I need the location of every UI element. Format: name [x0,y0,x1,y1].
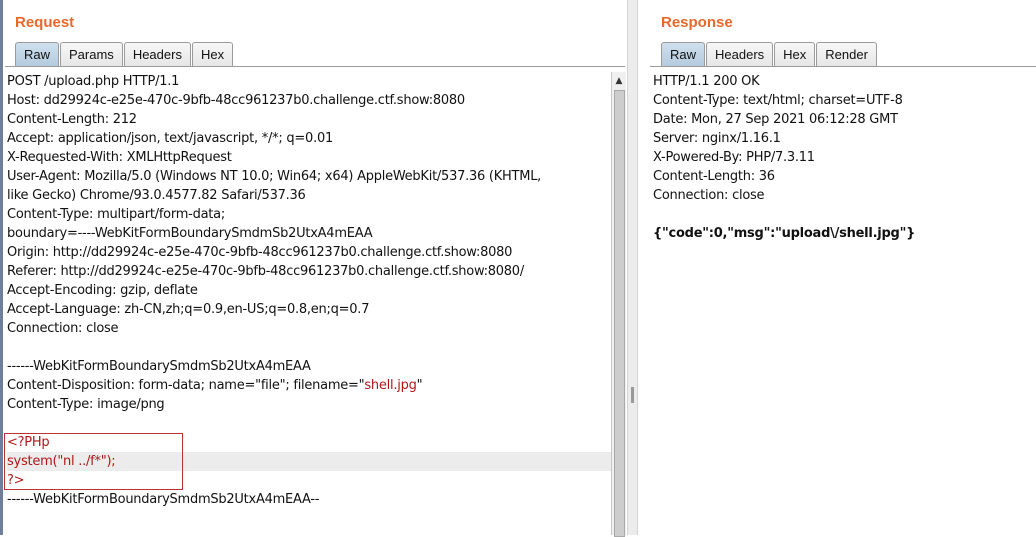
scroll-up-arrow-icon[interactable]: ▲ [612,74,626,88]
request-line: POST /upload.php HTTP/1.1 [7,74,180,89]
request-line: Accept: application/json, text/javascrip… [7,131,333,146]
response-line: X-Powered-By: PHP/7.3.11 [653,150,815,165]
request-line: ------WebKitFormBoundarySmdmSb2UtxA4mEAA [7,359,311,374]
request-tab-raw[interactable]: Raw [15,42,60,66]
response-tabs: Raw Headers Hex Render [661,42,878,66]
response-tab-hex[interactable]: Hex [774,42,816,66]
request-line: Content-Length: 212 [7,112,137,127]
request-line: Content-Type: multipart/form-data; [7,207,225,222]
request-line: boundary=----WebKitFormBoundarySmdmSb2Ut… [7,226,373,241]
request-scrollbar[interactable]: ▲ [611,72,626,537]
response-body: {"code":0,"msg":"upload\/shell.jpg"} [653,226,916,241]
disposition-prefix: Content-Disposition: form-data; name="fi… [7,378,365,393]
response-tab-render[interactable]: Render [816,42,877,66]
response-editor[interactable]: HTTP/1.1 200 OK Content-Type: text/html;… [653,72,1033,243]
request-line: like Gecko) Chrome/93.0.4577.82 Safari/5… [7,188,306,203]
response-line: Server: nginx/1.16.1 [653,131,781,146]
content-type-line: Content-Type: image/png [7,397,165,412]
request-title: Request [15,14,75,31]
response-tab-raw[interactable]: Raw [661,42,706,66]
request-tab-headers[interactable]: Headers [123,42,191,66]
request-line: Host: dd29924c-e25e-470c-9bfb-48cc961237… [7,93,465,108]
panel-splitter[interactable] [627,0,638,535]
response-tab-headers[interactable]: Headers [706,42,774,66]
response-line [653,205,1033,224]
boundary-end-line: ------WebKitFormBoundarySmdmSb2UtxA4mEAA… [7,492,320,507]
request-line: Accept-Encoding: gzip, deflate [7,283,198,298]
response-line: HTTP/1.1 200 OK [653,74,760,89]
content-disposition-line: Content-Disposition: form-data; name="fi… [7,376,611,395]
scroll-thumb[interactable] [614,90,625,537]
response-line: Content-Type: text/html; charset=UTF-8 [653,93,903,108]
response-title: Response [661,14,733,31]
response-tab-divider [650,66,1036,67]
divider-grip-icon[interactable] [631,387,634,403]
request-line: X-Requested-With: XMLHttpRequest [7,150,232,165]
payload-highlight-box [4,433,183,490]
request-line [7,338,611,357]
request-tab-params[interactable]: Params [60,42,123,66]
response-line: Content-Length: 36 [653,169,775,184]
request-line: Connection: close [7,321,119,336]
upload-filename: shell.jpg [364,378,417,393]
response-line: Connection: close [653,188,765,203]
request-tab-hex[interactable]: Hex [191,42,234,66]
request-line: Accept-Language: zh-CN,zh;q=0.9,en-US;q=… [7,302,370,317]
disposition-suffix: " [416,378,423,393]
window-edge [0,0,3,535]
request-line: Referer: http://dd29924c-e25e-470c-9bfb-… [7,264,524,279]
request-line: Origin: http://dd29924c-e25e-470c-9bfb-4… [7,245,513,260]
request-tabs: Raw Params Headers Hex [15,42,234,66]
request-line: User-Agent: Mozilla/5.0 (Windows NT 10.0… [7,169,542,184]
response-line: Date: Mon, 27 Sep 2021 06:12:28 GMT [653,112,898,127]
request-tab-divider [5,66,625,67]
